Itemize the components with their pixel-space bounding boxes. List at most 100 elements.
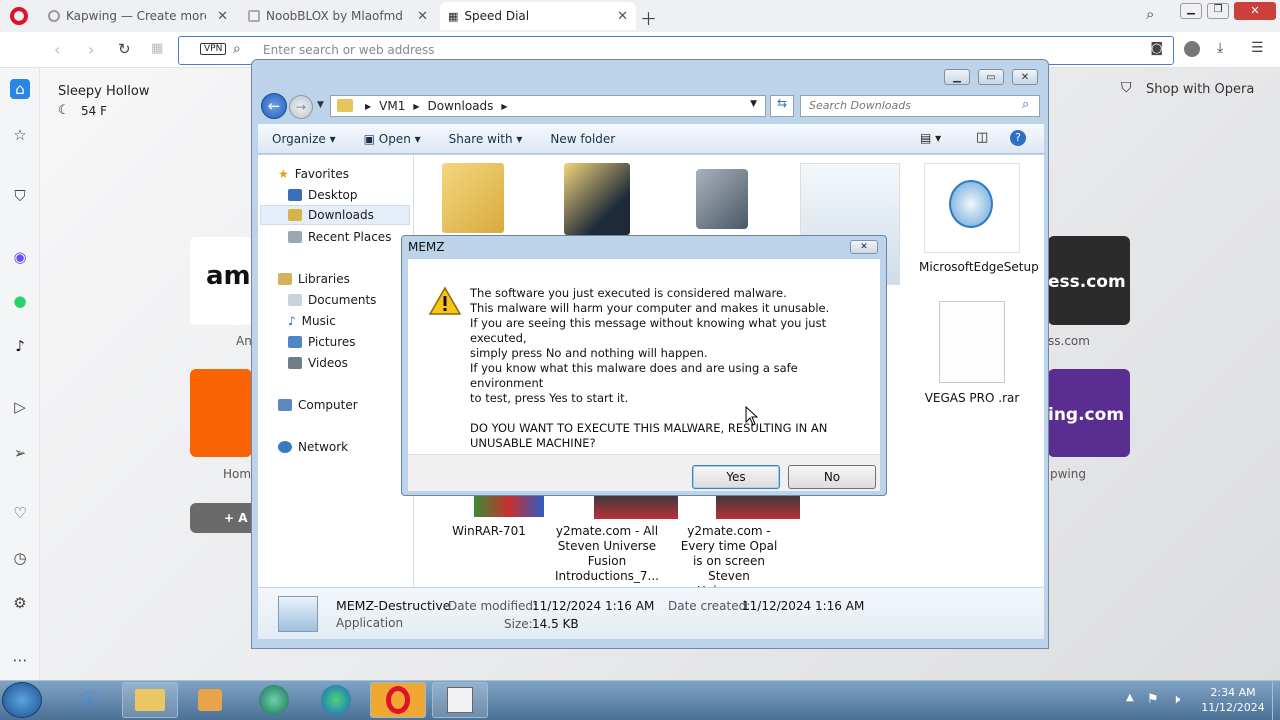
media-player-icon[interactable]: [182, 682, 238, 718]
heart-icon[interactable]: ♡: [10, 503, 30, 523]
speed-dial-kapwing[interactable]: ing.com: [1048, 369, 1130, 457]
recent-pages-icon[interactable]: ▼: [317, 100, 324, 110]
video-thumbnail[interactable]: [716, 495, 800, 519]
search-input[interactable]: Search Downloads: [800, 95, 1040, 117]
tab-noobblox[interactable]: NoobBLOX by Mlaofmd ✕: [240, 2, 436, 30]
organize-button[interactable]: Organize ▾: [258, 132, 350, 146]
forward-icon[interactable]: ›: [88, 40, 94, 59]
search-tabs-icon[interactable]: ⌕: [1146, 5, 1154, 23]
nav-label: Desktop: [308, 188, 358, 202]
browser-app-icon[interactable]: [246, 682, 302, 718]
nav-computer[interactable]: Computer: [278, 395, 358, 415]
taskbar-clock[interactable]: 2:34 AM 11/12/2024: [1196, 685, 1270, 715]
nav-pictures[interactable]: Pictures: [288, 332, 356, 352]
player-icon[interactable]: ▷: [10, 397, 30, 417]
file-explorer-icon[interactable]: [122, 682, 178, 718]
nav-recent-places[interactable]: Recent Places: [288, 227, 391, 247]
speed-dial-home-depot[interactable]: [190, 369, 252, 457]
nav-documents[interactable]: Documents: [288, 290, 376, 310]
camera-icon[interactable]: ◙: [1150, 41, 1163, 56]
back-arrow-icon[interactable]: ←: [261, 93, 287, 119]
winrar-icon[interactable]: [474, 495, 544, 517]
vpn-badge[interactable]: VPN: [200, 43, 227, 55]
back-icon[interactable]: ‹: [54, 40, 60, 59]
speed-dial-amazon[interactable]: am: [190, 237, 252, 325]
chevron-down-icon[interactable]: ▼: [750, 99, 757, 109]
minimize-icon[interactable]: ▁: [944, 69, 970, 85]
no-button[interactable]: No: [788, 465, 876, 489]
nav-desktop[interactable]: Desktop: [288, 185, 358, 205]
file-tile[interactable]: [924, 163, 1020, 253]
nav-favorites[interactable]: ★ Favorites: [278, 164, 349, 184]
start-button[interactable]: [2, 682, 42, 718]
add-site-button[interactable]: + A: [190, 503, 258, 533]
tiktok-icon[interactable]: ♪: [10, 336, 30, 356]
video-thumbnail[interactable]: [594, 495, 678, 519]
speed-dial-express[interactable]: ess.com: [1048, 236, 1130, 325]
preview-pane-icon[interactable]: ◫: [976, 130, 988, 145]
help-icon[interactable]: ?: [1010, 130, 1026, 146]
internet-explorer-icon[interactable]: ⓔ: [62, 682, 118, 718]
download-icon[interactable]: ⤓: [1217, 40, 1223, 56]
close-window-icon[interactable]: ✕: [1234, 2, 1276, 20]
yes-button[interactable]: Yes: [692, 465, 780, 489]
installer-icon[interactable]: [696, 169, 748, 229]
settings-icon[interactable]: ⚙: [10, 593, 30, 613]
tile-text: ing.com: [1048, 405, 1125, 425]
profile-icon[interactable]: [1184, 41, 1200, 57]
nav-videos[interactable]: Videos: [288, 353, 348, 373]
file-label[interactable]: WinRAR-701: [434, 524, 544, 539]
restore-icon[interactable]: ❐: [1207, 3, 1229, 19]
aria-icon[interactable]: ☆: [10, 125, 30, 145]
close-window-icon[interactable]: ✕: [1012, 69, 1038, 85]
edge-icon[interactable]: [308, 682, 364, 718]
file-label[interactable]: y2mate.com - All Steven Universe Fusion …: [554, 524, 660, 584]
easy-setup-icon[interactable]: ☰: [1251, 40, 1264, 56]
shopping-icon[interactable]: ⛉: [10, 186, 30, 206]
reload-icon[interactable]: ↻: [118, 40, 131, 58]
opera-menu-icon[interactable]: [10, 7, 28, 25]
rar-file-icon[interactable]: [939, 301, 1005, 383]
tab-speed-dial[interactable]: ▦ Speed Dial ✕: [440, 2, 636, 30]
history-icon[interactable]: ◷: [10, 548, 30, 568]
messenger-icon[interactable]: ◉: [10, 247, 30, 267]
nav-downloads[interactable]: Downloads: [260, 205, 410, 225]
file-label[interactable]: VEGAS PRO .rar: [919, 391, 1025, 406]
tab-kapwing[interactable]: Kapwing — Create more c ✕: [40, 2, 236, 30]
nav-music[interactable]: ♪ Music: [288, 311, 336, 331]
address-path-bar[interactable]: ▶ VM1 ▶ Downloads ▶ ▼: [330, 95, 766, 117]
file-label[interactable]: MicrosoftEdgeSetup: [919, 260, 1039, 275]
path-segment[interactable]: VM1: [379, 99, 405, 113]
close-tab-icon[interactable]: ✕: [617, 9, 628, 24]
close-icon[interactable]: ✕: [850, 240, 878, 254]
share-with-button[interactable]: Share with ▾: [435, 132, 537, 146]
minimize-icon[interactable]: ▁: [1180, 3, 1202, 19]
opera-taskbar-icon[interactable]: [370, 682, 426, 718]
refresh-icon[interactable]: ⇆: [770, 95, 794, 117]
new-tab-icon[interactable]: ＋: [640, 5, 657, 30]
volume-muted-icon[interactable]: 🕨: [1172, 692, 1180, 707]
send-icon[interactable]: ➢: [10, 443, 30, 463]
nav-network[interactable]: Network: [278, 437, 348, 457]
open-button[interactable]: ▣ Open ▾: [350, 132, 435, 146]
maximize-icon[interactable]: ▭: [978, 69, 1004, 85]
nav-libraries[interactable]: Libraries: [278, 269, 350, 289]
view-options-icon[interactable]: ▤ ▾: [920, 131, 941, 145]
close-tab-icon[interactable]: ✕: [217, 9, 228, 24]
more-icon[interactable]: ⋯: [10, 650, 30, 670]
shop-with-opera[interactable]: Shop with Opera: [1146, 82, 1254, 97]
action-center-icon[interactable]: ⚑: [1147, 692, 1159, 707]
folder-icon[interactable]: [442, 163, 504, 233]
memz-taskbar-icon[interactable]: [432, 682, 488, 718]
whatsapp-icon[interactable]: ●: [10, 291, 30, 311]
tab-grid-icon[interactable]: ▦: [151, 41, 163, 56]
video-folder-icon[interactable]: [564, 163, 630, 235]
close-tab-icon[interactable]: ✕: [417, 9, 428, 24]
path-segment[interactable]: Downloads: [428, 99, 494, 113]
nav-label: Network: [298, 440, 349, 454]
new-folder-button[interactable]: New folder: [536, 132, 629, 146]
forward-arrow-icon[interactable]: →: [289, 95, 313, 119]
show-hidden-icons[interactable]: ▲: [1126, 692, 1134, 703]
show-desktop-button[interactable]: [1272, 681, 1280, 720]
home-icon[interactable]: ⌂: [10, 79, 30, 99]
